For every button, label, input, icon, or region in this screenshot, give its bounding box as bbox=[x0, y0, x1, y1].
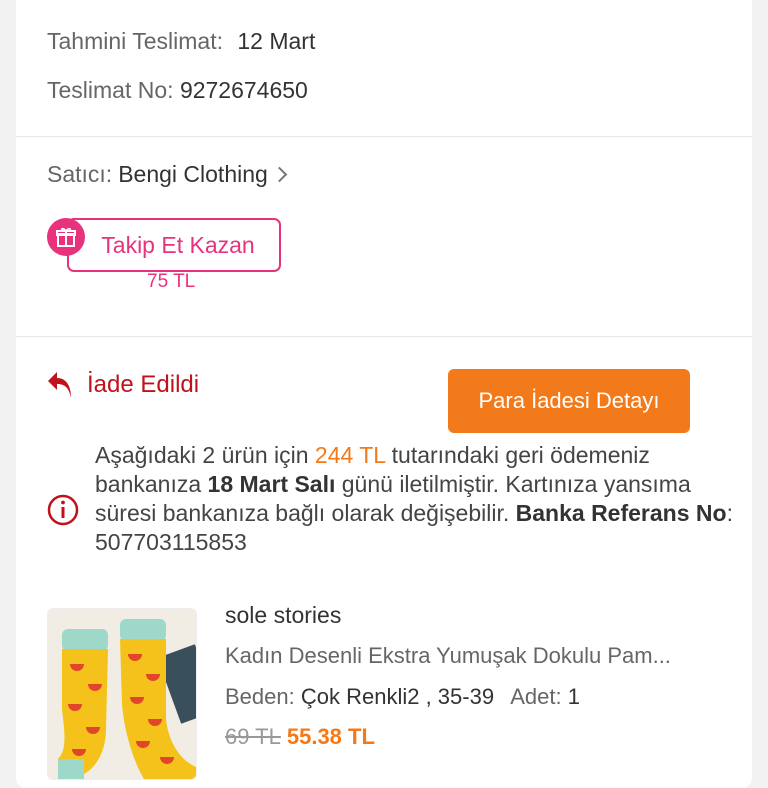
quantity-value: 1 bbox=[567, 684, 580, 709]
product-attributes: Beden: Çok Renkli2 , 35-39 Adet: 1 bbox=[225, 684, 580, 710]
product-brand: sole stories bbox=[225, 602, 342, 628]
product-price: 69 TL 55.38 TL bbox=[225, 724, 375, 750]
delivery-number-value: 9272674650 bbox=[179, 77, 308, 103]
size-value: Çok Renkli2 , 35-39 bbox=[300, 684, 495, 709]
refund-date: 18 Mart Salı bbox=[207, 471, 336, 497]
bank-reference-label: Banka Referans No bbox=[515, 500, 727, 526]
refund-detail-button-label: Para İadesi Detayı bbox=[478, 388, 660, 413]
chevron-right-icon bbox=[271, 166, 288, 183]
size-label: Beden: bbox=[225, 684, 295, 709]
delivery-number: Teslimat No: 9272674650 bbox=[47, 77, 308, 104]
seller-link[interactable]: Satıcı: Bengi Clothing bbox=[47, 161, 288, 188]
refund-amount: 244 TL bbox=[314, 442, 386, 468]
product-image[interactable] bbox=[47, 608, 197, 780]
refund-info-text: Aşağıdaki 2 ürün için 244 TL tutarındaki… bbox=[95, 441, 735, 557]
return-arrow-icon bbox=[48, 372, 71, 398]
return-status: İade Edildi bbox=[47, 370, 199, 400]
estimated-delivery-label: Tahmini Teslimat: bbox=[47, 28, 223, 54]
info-icon bbox=[47, 494, 79, 526]
follow-reward-amount: 75 TL bbox=[147, 271, 196, 292]
quantity-label: Adet: bbox=[510, 684, 562, 709]
follow-button-label: Takip Et Kazan bbox=[101, 231, 255, 258]
return-status-label: İade Edildi bbox=[87, 371, 200, 398]
delivery-number-label: Teslimat No: bbox=[47, 77, 174, 103]
product-name[interactable]: Kadın Desenli Ekstra Yumuşak Dokulu Pam.… bbox=[225, 643, 725, 669]
divider bbox=[16, 136, 752, 137]
seller-label: Satıcı: bbox=[47, 161, 113, 187]
order-detail-card: Tahmini Teslimat: 12 Mart Teslimat No: 9… bbox=[16, 0, 752, 788]
estimated-delivery-value: 12 Mart bbox=[237, 28, 316, 54]
divider bbox=[16, 336, 752, 337]
estimated-delivery: Tahmini Teslimat: 12 Mart bbox=[47, 28, 315, 55]
seller-name: Bengi Clothing bbox=[118, 161, 268, 187]
refund-info-part1: Aşağıdaki 2 ürün için bbox=[95, 442, 315, 468]
gift-icon bbox=[47, 218, 85, 256]
refund-detail-button[interactable]: Para İadesi Detayı bbox=[448, 369, 690, 433]
follow-and-earn-button[interactable]: Takip Et Kazan bbox=[67, 218, 281, 272]
new-price: 55.38 TL bbox=[286, 724, 375, 749]
old-price: 69 TL bbox=[225, 724, 281, 749]
